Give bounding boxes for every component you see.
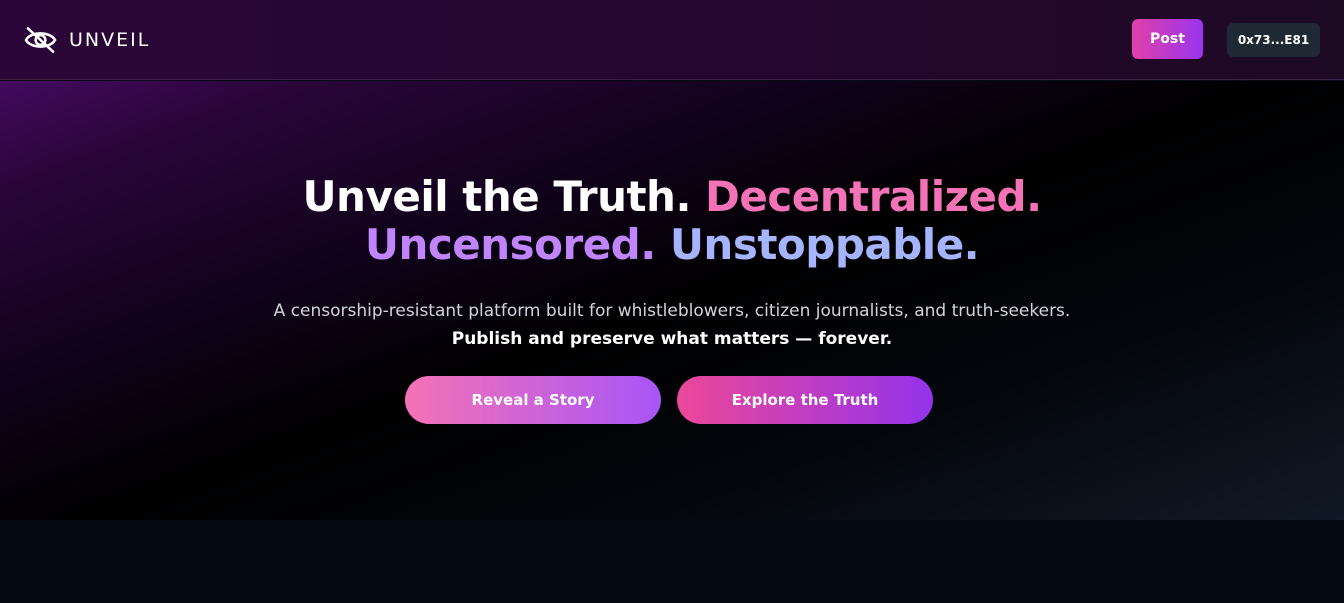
- top-navbar: UNVEIL Post 0x73...E81: [0, 0, 1344, 80]
- hero-section: Unveil the Truth. Decentralized. Uncenso…: [0, 81, 1344, 520]
- hero-description: A censorship-resistant platform built fo…: [273, 301, 1071, 321]
- reveal-story-button[interactable]: Reveal a Story: [405, 376, 661, 424]
- explore-truth-button[interactable]: Explore the Truth: [677, 376, 933, 424]
- post-button[interactable]: Post: [1132, 19, 1203, 59]
- headline-part-uncensored: Uncensored.: [364, 220, 656, 269]
- brand-name: UNVEIL: [69, 29, 151, 51]
- headline-part-unstoppable: Unstoppable.: [669, 220, 980, 269]
- eye-slash-icon: [24, 27, 57, 53]
- brand-logo[interactable]: UNVEIL: [24, 24, 150, 56]
- headline-part-decentralized: Decentralized.: [705, 172, 1042, 221]
- headline-part-truth: Unveil the Truth.: [302, 172, 691, 221]
- wallet-address-button[interactable]: 0x73...E81: [1227, 23, 1320, 57]
- hero-headline: Unveil the Truth. Decentralized. Uncenso…: [0, 173, 1344, 269]
- hero-tagline: Publish and preserve what matters — fore…: [451, 329, 893, 349]
- content-section: [0, 520, 1344, 603]
